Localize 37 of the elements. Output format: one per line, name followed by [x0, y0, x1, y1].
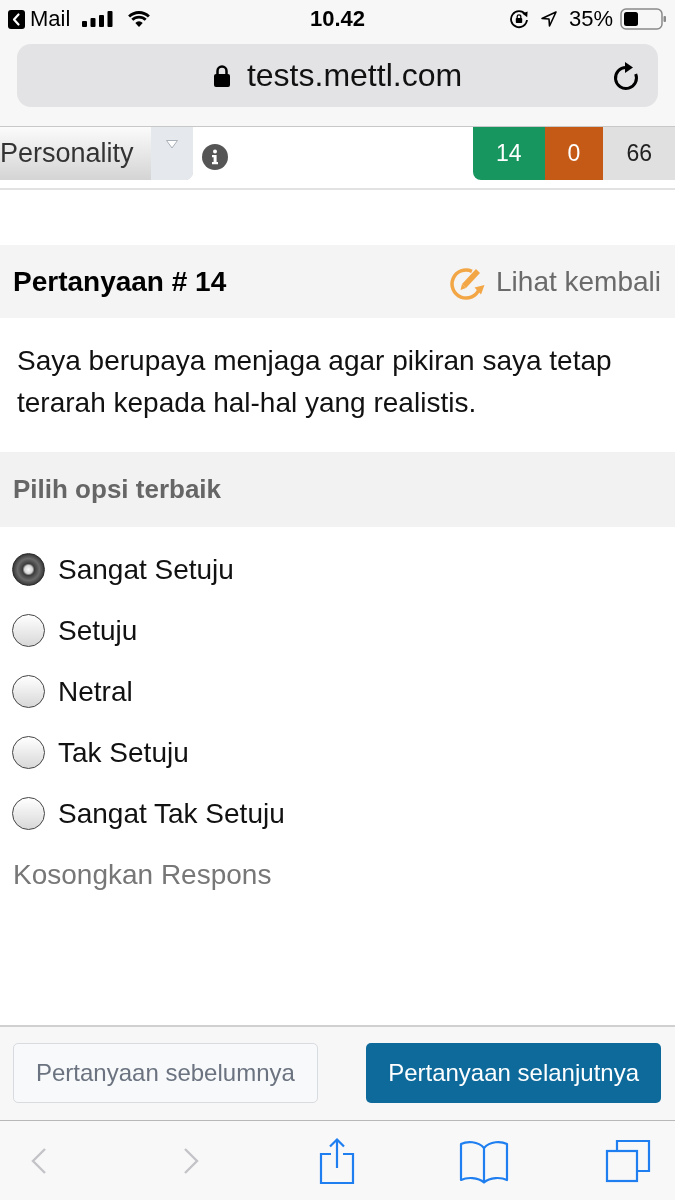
- tabs-icon[interactable]: [605, 1138, 651, 1183]
- status-counter[interactable]: 14: [473, 127, 545, 180]
- info-icon[interactable]: [201, 144, 228, 170]
- option-label[interactable]: Netral: [58, 675, 133, 708]
- location-arrow-icon: [539, 10, 558, 28]
- radio-button[interactable]: [12, 736, 45, 769]
- url-text: tests.mettl.com: [246, 57, 463, 94]
- battery-icon: [620, 8, 667, 30]
- radio-button[interactable]: [12, 614, 45, 647]
- radio-button[interactable]: [12, 553, 45, 586]
- section-dropdown[interactable]: Personality: [0, 127, 193, 180]
- previous-question-button[interactable]: Pertanyaan sebelumnya: [13, 1043, 318, 1103]
- rotation-lock-icon: [508, 9, 529, 29]
- back-to-app-button[interactable]: Mail: [8, 6, 71, 32]
- wifi-icon: [126, 9, 153, 29]
- question-text: Saya berupaya menjaga agar pikiran saya tetap terarah kepada hal-hal yang realistis.: [16, 344, 613, 420]
- battery-percent: 35%: [568, 6, 613, 32]
- share-icon[interactable]: [319, 1136, 355, 1185]
- signal-icon: [82, 11, 115, 27]
- lock-icon: [212, 63, 231, 88]
- address-bar[interactable]: tests.mettl.com: [17, 44, 658, 107]
- status-counter[interactable]: 0: [544, 127, 604, 180]
- next-question-button[interactable]: Pertanyaan selanjutnya: [366, 1043, 661, 1103]
- option-label[interactable]: Sangat Setuju: [58, 553, 234, 586]
- option-label[interactable]: Sangat Tak Setuju: [58, 797, 285, 830]
- status-counter[interactable]: 66: [603, 127, 675, 180]
- option-label[interactable]: Setuju: [58, 614, 138, 647]
- clear-response-link[interactable]: Kosongkan Respons: [13, 859, 272, 891]
- option-label[interactable]: Tak Setuju: [58, 736, 189, 769]
- clock-time: 10.42: [309, 6, 366, 32]
- review-link[interactable]: Lihat kembali: [446, 261, 661, 302]
- options-heading: Pilih opsi terbaik: [13, 474, 222, 505]
- reload-icon[interactable]: [612, 60, 640, 91]
- radio-button[interactable]: [12, 675, 45, 708]
- question-number: Pertanyaan # 14: [13, 265, 227, 298]
- radio-button[interactable]: [12, 797, 45, 830]
- caret-icon: [164, 139, 179, 149]
